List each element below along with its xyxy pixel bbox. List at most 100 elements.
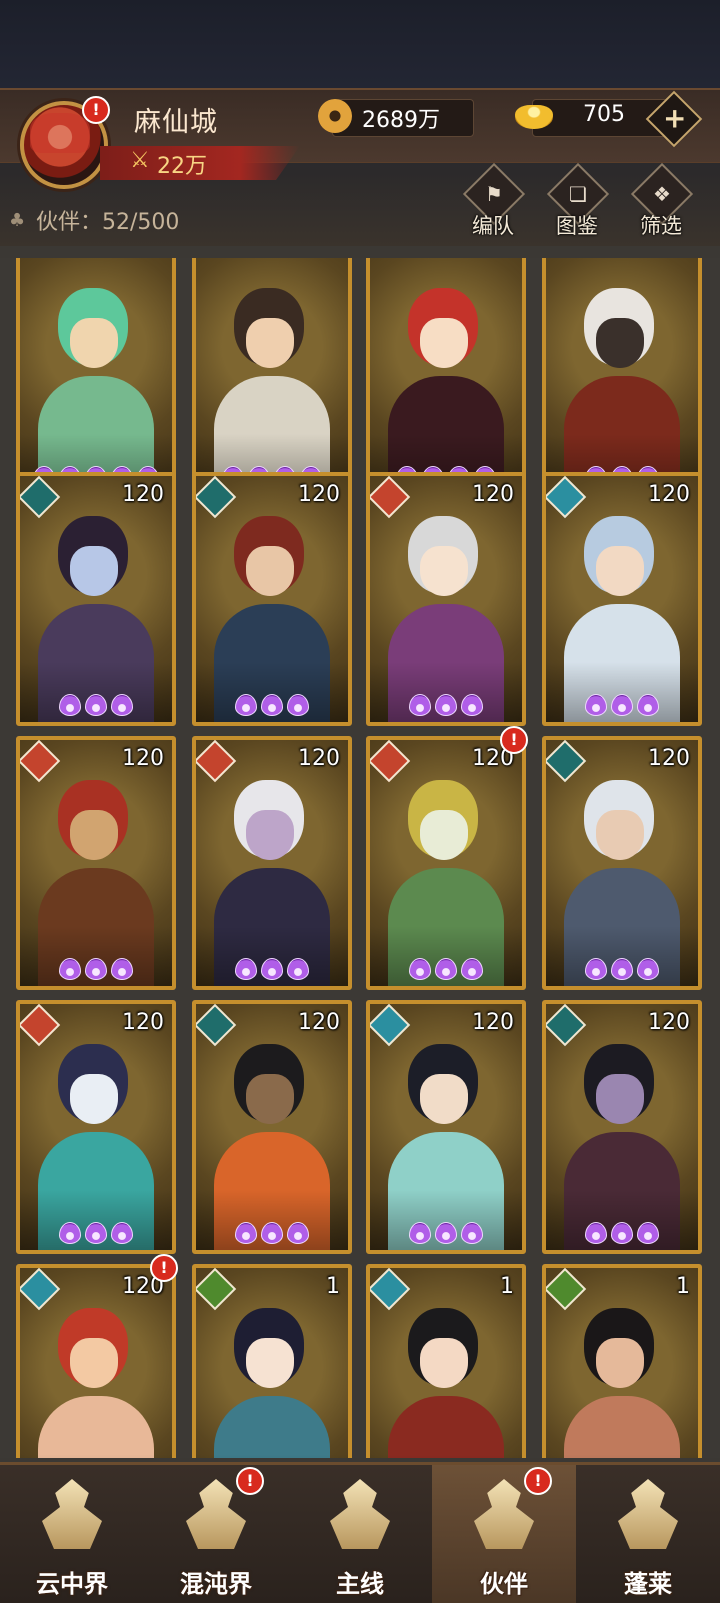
partner-card[interactable] [192, 258, 352, 498]
star-rating [546, 1222, 698, 1244]
partner-level: 120 [298, 746, 340, 771]
partner-card[interactable]: 120 [16, 736, 176, 990]
red-element-icon [20, 740, 61, 783]
purple-flame-star-icon [611, 958, 633, 980]
partner-card[interactable]: 120 [192, 472, 352, 726]
partner-card[interactable]: 120 [16, 472, 176, 726]
element-diamond [20, 476, 61, 519]
purple-flame-star-icon [637, 694, 659, 716]
purple-flame-star-icon [261, 694, 283, 716]
partner-level: 120 [298, 482, 340, 507]
sword-power-icon: ⚔ [130, 148, 150, 173]
penglai-icon [618, 1479, 678, 1549]
partner-card[interactable]: 120 [366, 736, 526, 990]
purple-flame-star-icon [59, 958, 81, 980]
star-rating [546, 694, 698, 716]
purple-flame-star-icon [435, 1222, 457, 1244]
partner-card[interactable]: 120 [366, 1000, 526, 1254]
card-shade [20, 1454, 172, 1458]
power-value: 22万 [157, 154, 207, 179]
character-face [596, 810, 644, 860]
purple-flame-star-icon [235, 1222, 257, 1244]
star-rating [20, 694, 172, 716]
character-face [70, 1074, 118, 1124]
nav-tab-4[interactable]: 伙伴! [432, 1465, 576, 1603]
partner-card[interactable] [16, 258, 176, 498]
purple-flame-star-icon [611, 694, 633, 716]
purple-flame-star-icon [59, 1222, 81, 1244]
filter-button[interactable]: ❖ 筛选 [626, 162, 696, 240]
partner-card[interactable] [366, 258, 526, 498]
star-rating [370, 958, 522, 980]
purple-flame-star-icon [287, 694, 309, 716]
partner-card[interactable]: 1 [366, 1264, 526, 1458]
partner-card[interactable]: 120 [542, 736, 702, 990]
green-element-icon [546, 1268, 587, 1311]
partner-card[interactable]: 120 [542, 1000, 702, 1254]
partner-card[interactable]: 120 [192, 736, 352, 990]
avatar-alert-badge: ! [82, 96, 110, 124]
partner-level: 120 [122, 746, 164, 771]
cloud-realm-icon [42, 1479, 102, 1549]
codex-button[interactable]: ❏ 图鉴 [542, 162, 612, 240]
nav-tab-5[interactable]: 蓬莱 [576, 1465, 720, 1603]
partner-card[interactable]: 120 [366, 472, 526, 726]
character-face [70, 546, 118, 596]
partner-card[interactable]: 1 [192, 1264, 352, 1458]
partners-icon: ♣ [9, 210, 26, 231]
partner-card[interactable]: 120 [192, 1000, 352, 1254]
character-face [246, 1074, 294, 1124]
card-shade [546, 1454, 698, 1458]
character-face [420, 1074, 468, 1124]
purple-flame-star-icon [611, 1222, 633, 1244]
character-face [246, 810, 294, 860]
partner-card[interactable]: 1 [542, 1264, 702, 1458]
nav-tab-1[interactable]: 云中界 [0, 1465, 144, 1603]
star-rating [196, 958, 348, 980]
purple-flame-star-icon [85, 1222, 107, 1244]
partner-card[interactable]: 120 [16, 1000, 176, 1254]
purple-flame-star-icon [409, 1222, 431, 1244]
character-face [596, 1074, 644, 1124]
element-diamond [546, 1268, 587, 1311]
partner-level: 120 [648, 482, 690, 507]
nav-tab-3[interactable]: 主线 [288, 1465, 432, 1603]
cyan-element-icon [370, 1268, 411, 1311]
green-element-icon [196, 1268, 237, 1311]
coin-value: 2689万 [362, 108, 440, 133]
star-rating [196, 1222, 348, 1244]
purple-flame-star-icon [585, 958, 607, 980]
partner-card[interactable] [542, 258, 702, 498]
gold-value: 705 [583, 102, 625, 127]
card-alert-badge: ! [500, 726, 528, 754]
character-face [246, 546, 294, 596]
chaos-realm-icon [186, 1479, 246, 1549]
gold-ingot-icon [515, 105, 553, 129]
star-rating [20, 958, 172, 980]
main-story-icon [330, 1479, 390, 1549]
element-diamond [370, 1268, 411, 1311]
character-face [246, 1338, 294, 1388]
element-diamond [546, 740, 587, 783]
element-diamond [196, 740, 237, 783]
nav-label: 主线 [336, 1570, 384, 1598]
character-face [420, 1338, 468, 1388]
partner-grid: 120 120 120 120 120 120 120! 120 120 120 120 120 120… [0, 258, 720, 1458]
character-face [420, 546, 468, 596]
partner-card[interactable]: 120 [16, 1264, 176, 1458]
purple-flame-star-icon [235, 958, 257, 980]
nav-alert-badge: ! [236, 1467, 264, 1495]
red-element-icon [370, 476, 411, 519]
red-element-icon [370, 740, 411, 783]
nav-tab-2[interactable]: 混沌界! [144, 1465, 288, 1603]
element-diamond [370, 1004, 411, 1047]
teal-element-icon [20, 476, 61, 519]
partner-level: 120 [472, 1010, 514, 1035]
formation-button[interactable]: ⚑ 编队 [458, 162, 528, 240]
copper-coin-icon [318, 99, 352, 133]
purple-flame-star-icon [261, 958, 283, 980]
purple-flame-star-icon [637, 1222, 659, 1244]
partner-level: 120 [648, 1010, 690, 1035]
partner-card[interactable]: 120 [542, 472, 702, 726]
element-diamond [196, 1268, 237, 1311]
